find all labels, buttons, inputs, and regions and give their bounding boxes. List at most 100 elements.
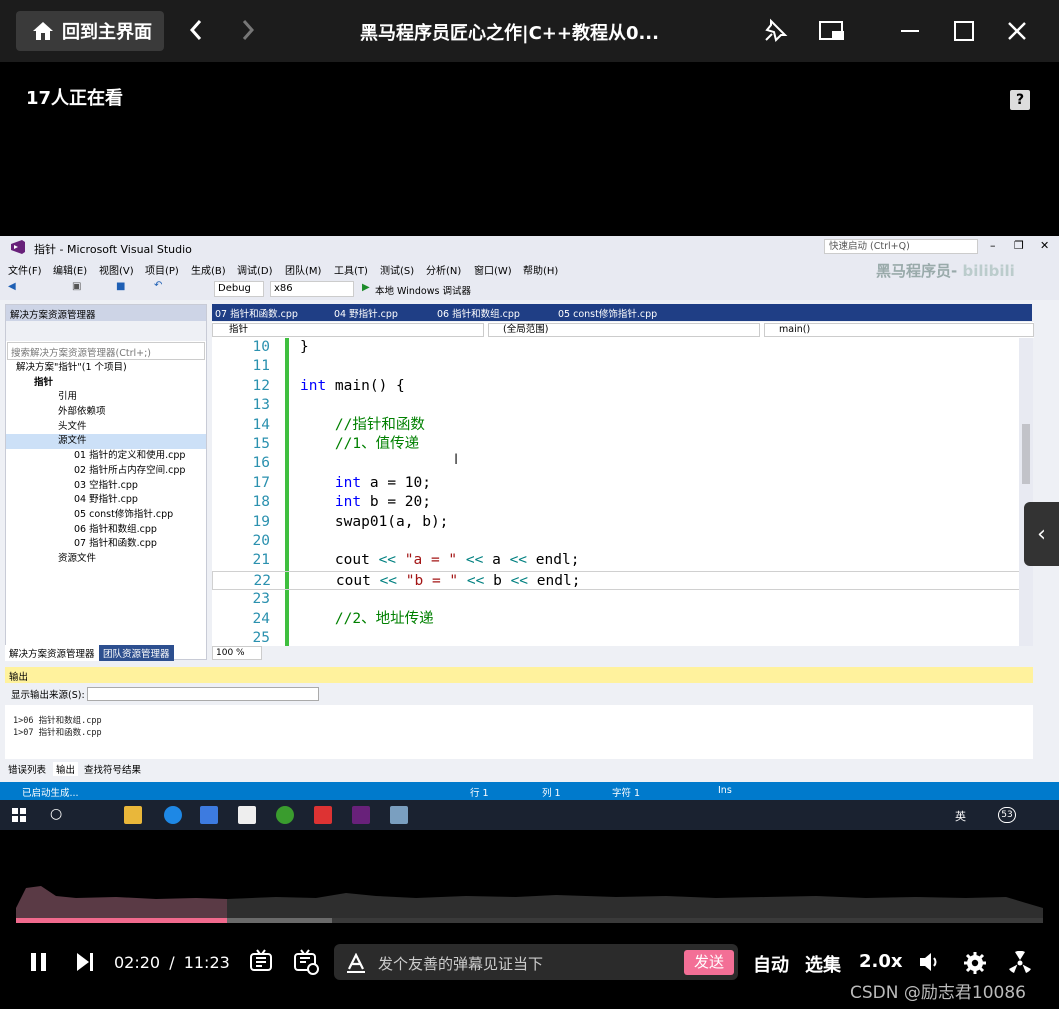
- new-project-icon[interactable]: ▣: [72, 281, 81, 292]
- menu-project[interactable]: 项目(P): [145, 262, 179, 277]
- start-debug-icon[interactable]: ▶: [362, 282, 370, 293]
- danmaku-settings-button[interactable]: [292, 948, 320, 980]
- tree-item-source-files[interactable]: 源文件: [6, 434, 206, 450]
- nav-back-icon[interactable]: ◀: [8, 281, 16, 292]
- danmaku-style-icon[interactable]: [346, 953, 366, 973]
- tree-item-file[interactable]: 05 const修饰指针.cpp: [6, 508, 206, 523]
- search-circle-icon[interactable]: ○: [50, 806, 62, 822]
- menu-debug[interactable]: 调试(D): [237, 262, 273, 277]
- video-frame[interactable]: 指针 - Microsoft Visual Studio 快速启动 (Ctrl+…: [0, 236, 1059, 830]
- speed-button[interactable]: 2.0x: [859, 951, 903, 972]
- output-source-select[interactable]: [87, 687, 319, 701]
- pause-button[interactable]: [28, 951, 50, 977]
- vs-minimize-icon[interactable]: –: [990, 239, 996, 252]
- tree-item-file[interactable]: 01 指针的定义和使用.cpp: [6, 449, 206, 464]
- tree-item-file[interactable]: 02 指针所占内存空间.cpp: [6, 464, 206, 479]
- vs-close-icon[interactable]: ✕: [1040, 239, 1049, 252]
- tab-output[interactable]: 输出: [53, 762, 79, 776]
- tab-team-explorer[interactable]: 团队资源管理器: [99, 645, 174, 661]
- settings-button[interactable]: [963, 951, 987, 979]
- volume-button[interactable]: [918, 951, 942, 977]
- tab-04-wild-pointer[interactable]: 04 野指针.cpp: [334, 306, 398, 320]
- menu-edit[interactable]: 编辑(E): [53, 262, 87, 277]
- visual-studio-taskbar-icon[interactable]: [352, 806, 370, 824]
- output-text[interactable]: 1>06 指针和数组.cpp 1>07 指针和函数.cpp: [5, 705, 1033, 759]
- home-button[interactable]: 回到主界面: [16, 11, 164, 51]
- code-line: 12 int main() {: [252, 377, 405, 394]
- code-editor[interactable]: 10} 11 12 int main() { 13 14 //指针和函数 15 /…: [212, 338, 1020, 646]
- notification-badge[interactable]: 53: [998, 807, 1016, 823]
- fan-mode-button[interactable]: [1008, 950, 1032, 979]
- help-icon[interactable]: ?: [1010, 90, 1030, 110]
- back-arrow-icon[interactable]: [186, 16, 206, 50]
- project-dropdown[interactable]: 指针: [212, 323, 484, 337]
- app-icon[interactable]: [200, 806, 218, 824]
- vs-toolbar: ◀ ▣ ■ ↶ Debug x86 ▶ 本地 Windows 调试器: [0, 278, 1059, 300]
- pin-icon[interactable]: [758, 14, 792, 48]
- menu-team[interactable]: 团队(M): [285, 262, 321, 277]
- menu-test[interactable]: 测试(S): [380, 262, 414, 277]
- menu-window[interactable]: 窗口(W): [474, 262, 512, 277]
- tree-item-file[interactable]: 04 野指针.cpp: [6, 493, 206, 508]
- collapse-side-panel-icon[interactable]: ‹: [1024, 502, 1059, 566]
- episodes-button[interactable]: 选集: [805, 951, 841, 977]
- tab-solution-explorer[interactable]: 解决方案资源管理器: [5, 645, 99, 661]
- tree-item-references[interactable]: 引用: [6, 390, 206, 405]
- maximize-icon[interactable]: [947, 14, 981, 48]
- progress-played: [16, 918, 227, 923]
- function-dropdown[interactable]: main(): [764, 323, 1034, 337]
- ime-language[interactable]: 英: [955, 808, 966, 824]
- green-app-icon[interactable]: [276, 806, 294, 824]
- progress-bar[interactable]: [16, 918, 1043, 923]
- debugger-label[interactable]: 本地 Windows 调试器: [375, 283, 471, 297]
- vs-restore-icon[interactable]: ❐: [1014, 239, 1024, 252]
- paint-icon[interactable]: [390, 806, 408, 824]
- tab-error-list[interactable]: 错误列表: [5, 762, 49, 776]
- tree-item-file[interactable]: 06 指针和数组.cpp: [6, 523, 206, 538]
- tree-item-resources[interactable]: 资源文件: [6, 552, 206, 567]
- tree-item-headers[interactable]: 头文件: [6, 420, 206, 435]
- tree-item-file[interactable]: 03 空指针.cpp: [6, 479, 206, 494]
- file-explorer-icon[interactable]: [124, 806, 142, 824]
- tab-06-pointer-array[interactable]: 06 指针和数组.cpp: [437, 306, 520, 320]
- output-source-bar: 显示输出来源(S):: [5, 684, 1033, 704]
- menu-build[interactable]: 生成(B): [191, 262, 226, 277]
- pause-icon: [31, 953, 46, 971]
- scrollbar-thumb[interactable]: [1022, 424, 1030, 484]
- quality-auto-button[interactable]: 自动: [753, 951, 789, 977]
- typora-icon[interactable]: [238, 806, 256, 824]
- forward-arrow-icon[interactable]: [238, 16, 258, 50]
- undo-icon[interactable]: ↶: [154, 280, 162, 291]
- menu-tools[interactable]: 工具(T): [334, 262, 368, 277]
- tree-item-project[interactable]: 指针: [6, 376, 206, 391]
- tab-05-const-pointer[interactable]: 05 const修饰指针.cpp: [558, 306, 657, 320]
- config-select[interactable]: Debug: [214, 281, 264, 297]
- menu-help[interactable]: 帮助(H): [523, 262, 558, 277]
- tree-item-file[interactable]: 07 指针和函数.cpp: [6, 537, 206, 552]
- zoom-select[interactable]: 100 %: [212, 646, 262, 660]
- tab-find-symbol[interactable]: 查找符号结果: [81, 762, 144, 776]
- tree-item-external-deps[interactable]: 外部依赖项: [6, 405, 206, 420]
- send-danmaku-button[interactable]: 发送: [684, 950, 734, 975]
- picture-in-picture-icon[interactable]: [815, 14, 849, 48]
- menu-view[interactable]: 视图(V): [99, 262, 134, 277]
- windows-start-icon[interactable]: [12, 808, 26, 822]
- editor-scrollbar[interactable]: [1019, 338, 1033, 646]
- danmaku-input[interactable]: 发个友善的弹幕见证当下 发送: [334, 944, 738, 980]
- solution-search-input[interactable]: 搜索解决方案资源管理器(Ctrl+;): [7, 342, 205, 360]
- tab-07-pointer-function[interactable]: 07 指针和函数.cpp: [215, 306, 298, 320]
- tree-item-solution[interactable]: 解决方案"指针"(1 个项目): [6, 361, 206, 376]
- platform-select[interactable]: x86: [270, 281, 354, 297]
- minimize-icon[interactable]: [893, 14, 927, 48]
- xmind-icon[interactable]: [314, 806, 332, 824]
- menu-file[interactable]: 文件(F): [8, 262, 42, 277]
- close-icon[interactable]: [1000, 14, 1034, 48]
- edge-icon[interactable]: [164, 806, 182, 824]
- danmaku-toggle-button[interactable]: [248, 948, 276, 980]
- scope-dropdown[interactable]: (全局范围): [488, 323, 760, 337]
- player-top-bar: 回到主界面 黑马程序员匠心之作|C++教程从0...: [0, 0, 1059, 62]
- menu-analyze[interactable]: 分析(N): [426, 262, 461, 277]
- save-icon[interactable]: ■: [116, 281, 125, 292]
- quick-launch-input[interactable]: 快速启动 (Ctrl+Q): [824, 239, 978, 254]
- next-button[interactable]: [74, 951, 96, 977]
